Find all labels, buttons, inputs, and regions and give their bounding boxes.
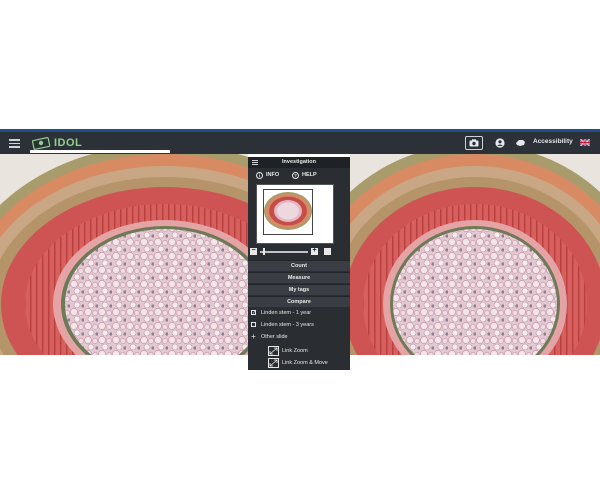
menu-icon[interactable] <box>9 139 20 148</box>
compare-item-linden-3-years[interactable]: Linden stem - 3 years <box>251 320 314 329</box>
info-button[interactable]: i INFO <box>256 170 279 180</box>
user-icon[interactable] <box>493 136 506 149</box>
link-zoom-label: Link Zoom <box>282 347 308 354</box>
compare-section[interactable]: Compare <box>248 296 350 307</box>
compare-item-label: Other slide <box>261 333 288 340</box>
link-zoom-option[interactable]: Link Zoom <box>268 345 308 356</box>
panel-header[interactable]: Investigation <box>248 157 350 168</box>
viewer-tab-indicator <box>30 150 170 153</box>
panel-title: Investigation <box>282 159 316 165</box>
zoom-control: − + <box>250 247 336 256</box>
help-button[interactable]: ? HELP <box>292 170 317 180</box>
microscope-logo-icon <box>32 137 51 150</box>
comparison-slide-image <box>350 154 600 355</box>
link-zoom-move-icon <box>268 357 279 368</box>
investigation-panel: Investigation i INFO ? HELP − + Count Me… <box>248 157 350 370</box>
zoom-slider-track[interactable] <box>260 251 308 253</box>
app-stage: IDOL Accessibility Investigation i INFO … <box>0 0 600 500</box>
uk-flag-icon[interactable] <box>580 139 590 146</box>
compare-item-label: Linden stem - 1 year <box>261 309 312 316</box>
count-section[interactable]: Count <box>248 260 350 271</box>
info-icon: i <box>256 171 263 179</box>
hand-icon[interactable] <box>514 136 527 149</box>
fit-screen-button[interactable] <box>324 248 331 255</box>
info-label: INFO <box>266 172 280 178</box>
viewport-rectangle[interactable] <box>263 189 313 235</box>
compare-item-linden-1-year[interactable]: ✓ Linden stem - 1 year <box>251 308 311 317</box>
linden-stem-slide-image <box>0 154 248 355</box>
zoom-slider-handle[interactable] <box>263 248 265 255</box>
slide-viewer-left[interactable] <box>0 154 248 355</box>
camera-button[interactable] <box>465 136 483 150</box>
help-icon: ? <box>292 171 299 179</box>
my-tags-section[interactable]: My tags <box>248 284 350 295</box>
compare-item-label: Linden stem - 3 years <box>261 321 314 328</box>
link-zoom-move-option[interactable]: Link Zoom & Move <box>268 357 328 368</box>
logo-text: IDOL <box>54 137 83 149</box>
measure-section[interactable]: Measure <box>248 272 350 283</box>
overview-thumbnail[interactable] <box>256 184 334 244</box>
zoom-out-button[interactable]: − <box>250 247 257 255</box>
slide-viewer-right[interactable] <box>350 154 600 355</box>
plus-icon: + <box>251 331 256 341</box>
panel-menu-icon[interactable] <box>252 160 258 165</box>
checked-checkbox-icon[interactable]: ✓ <box>251 310 256 316</box>
compare-item-other-slide[interactable]: + Other slide <box>251 331 288 341</box>
zoom-in-button[interactable]: + <box>311 247 318 255</box>
camera-icon <box>469 139 479 147</box>
accessibility-link[interactable]: Accessibility <box>533 138 573 145</box>
link-zoom-move-label: Link Zoom & Move <box>282 359 328 366</box>
link-zoom-icon <box>268 345 279 356</box>
idol-logo[interactable]: IDOL <box>32 135 82 151</box>
checkbox-icon[interactable] <box>251 322 256 327</box>
info-help-row: i INFO ? HELP <box>248 170 350 180</box>
help-label: HELP <box>302 172 317 178</box>
